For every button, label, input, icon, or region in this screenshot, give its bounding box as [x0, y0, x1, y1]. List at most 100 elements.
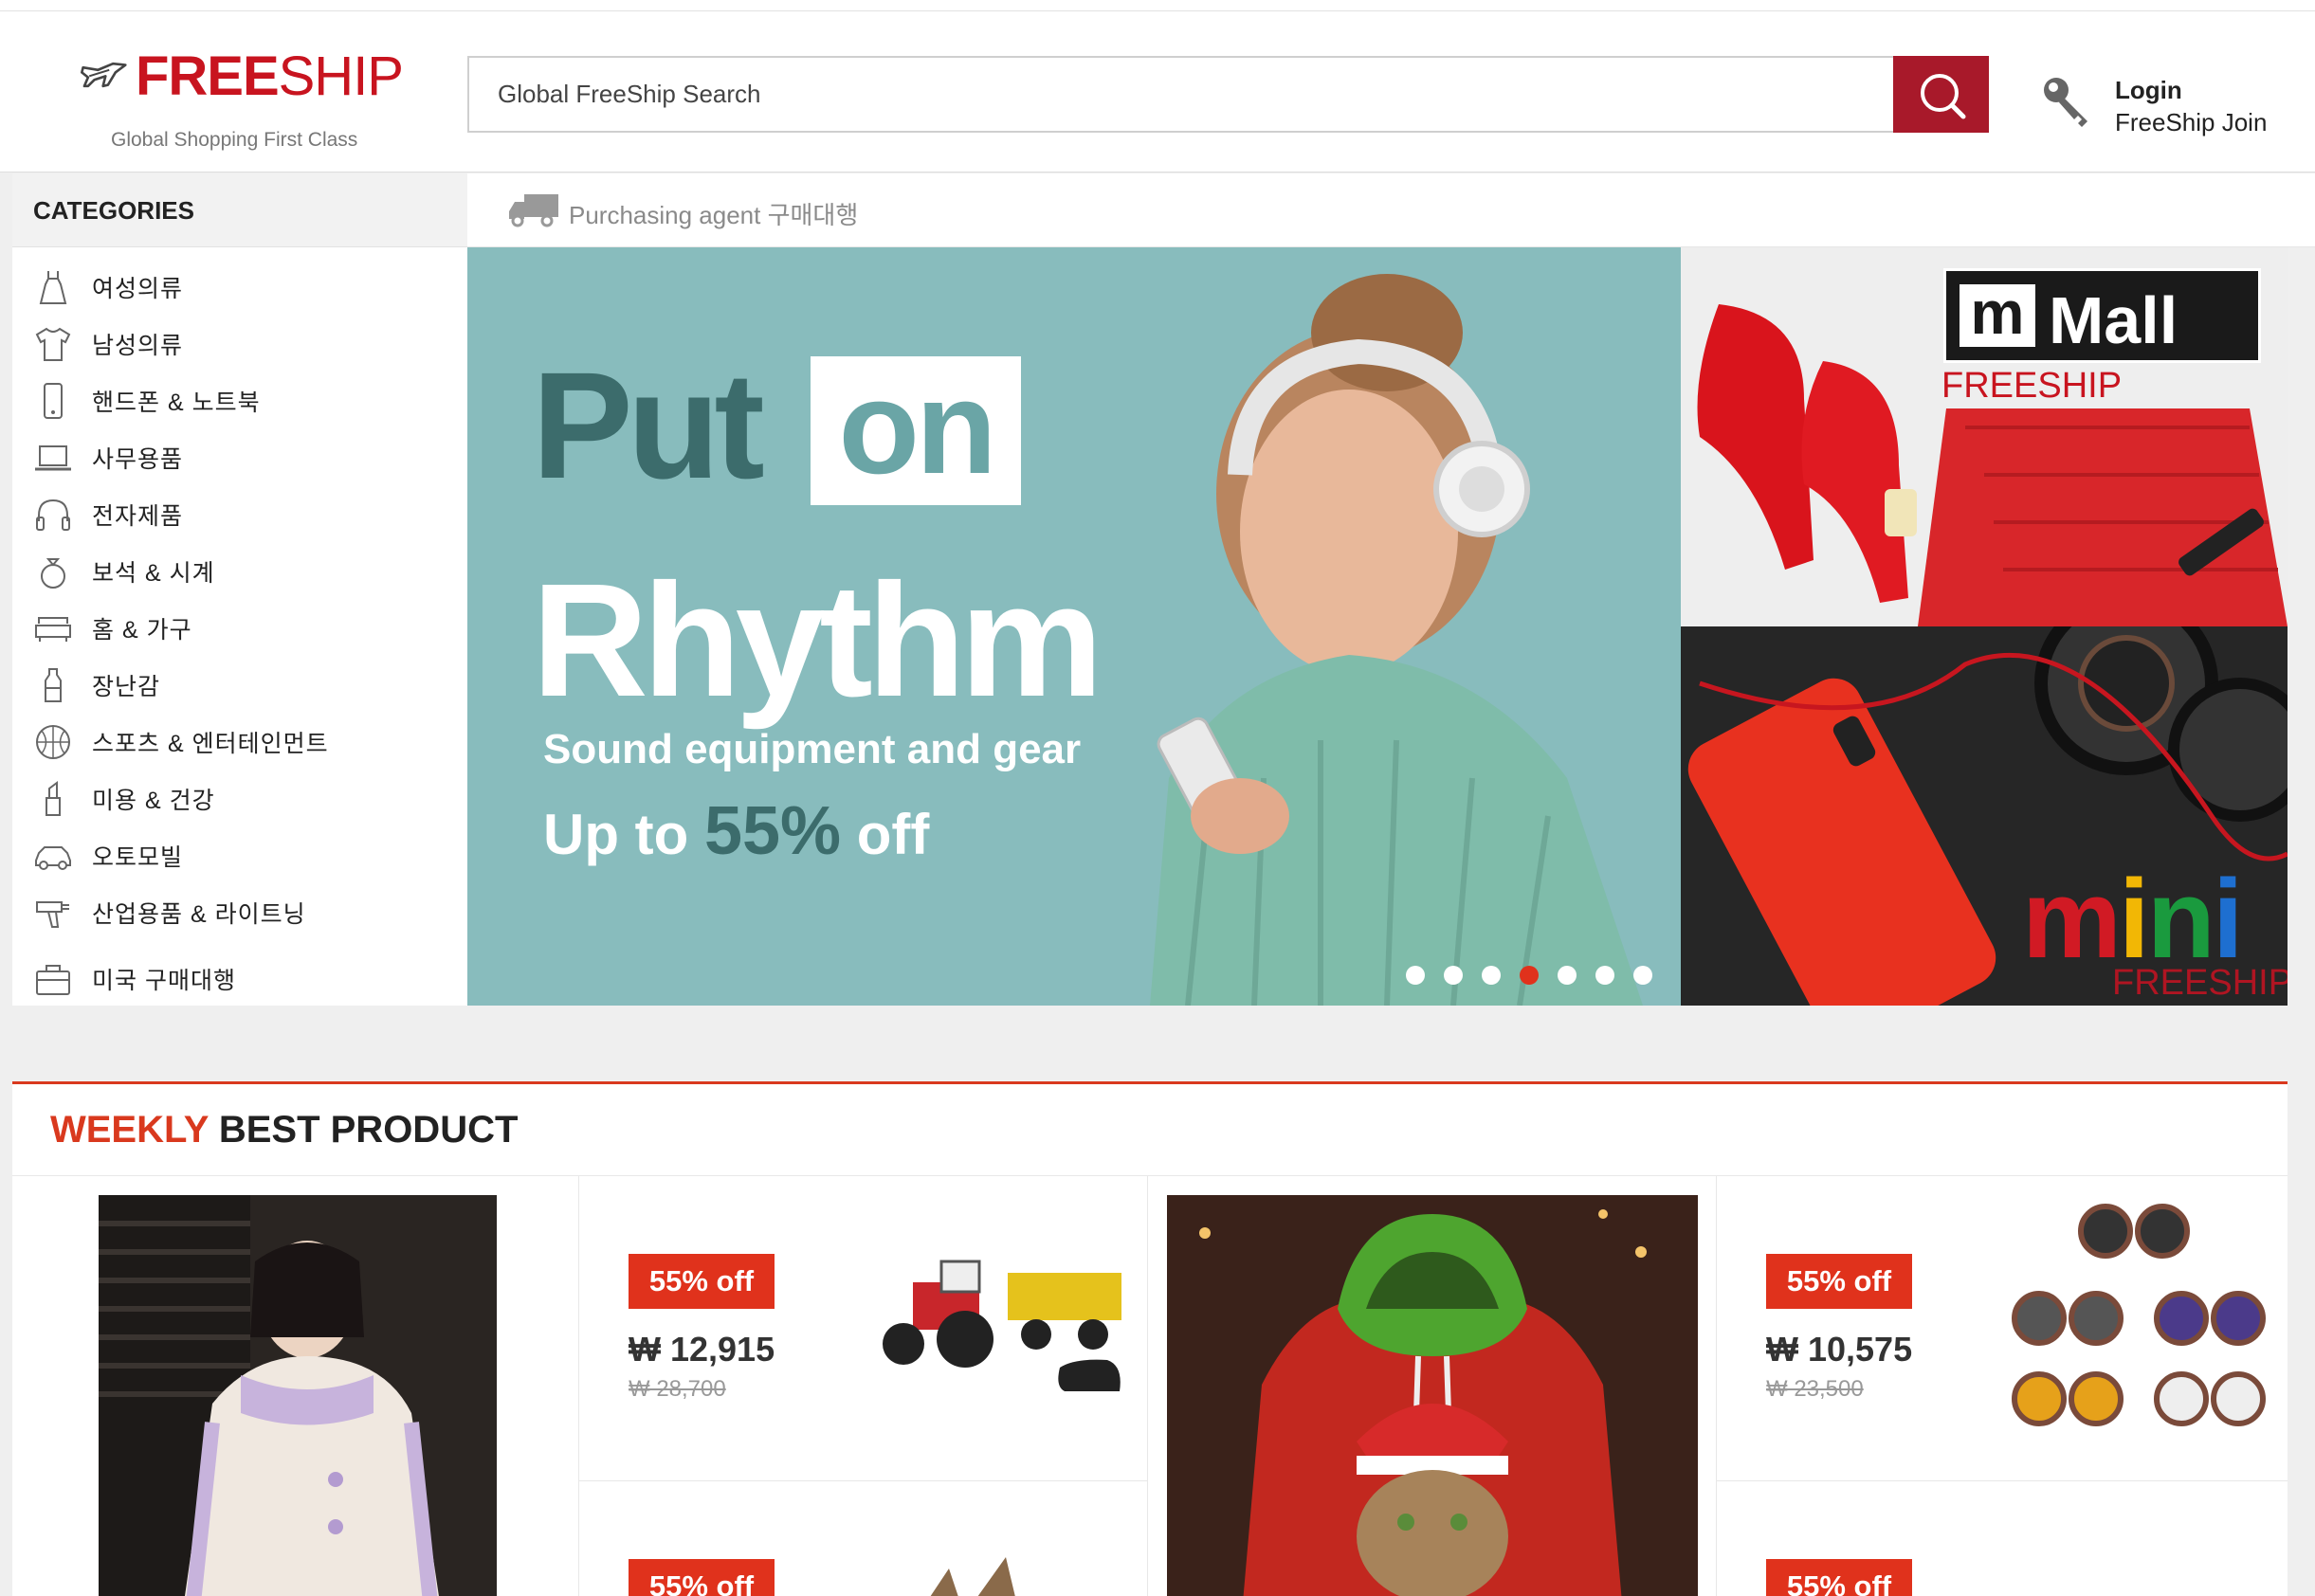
mmall-subtitle: FREESHIP: [1941, 366, 2123, 406]
category-item-womens-clothing[interactable]: 여성의류: [12, 259, 467, 316]
category-item-mens-clothing[interactable]: 남성의류: [12, 316, 467, 372]
headphones-icon: [36, 499, 70, 531]
logo-ship: SHIP: [278, 45, 404, 107]
goggles-product-image: [2012, 1204, 2266, 1426]
discount-badge: 55% off: [629, 1254, 775, 1309]
weekly-best-section: WEEKLY BEST PRODUCT 55% off ₩ 12,915 ₩ 2…: [12, 1081, 2288, 1596]
product-card-large[interactable]: [12, 1176, 579, 1596]
category-item-industrial-lighting[interactable]: 산업용품 & 라이트닝: [12, 884, 467, 941]
discount-badge: 55% off: [629, 1559, 775, 1596]
drill-icon: [36, 901, 69, 928]
category-label: 미국 구매대행: [92, 968, 236, 994]
category-item-office[interactable]: 사무용품: [12, 429, 467, 486]
dress-icon: [39, 271, 67, 304]
mini-promo-banner[interactable]: mini FREESHIP: [1681, 626, 2288, 1006]
logo-tagline: Global Shopping First Class: [111, 129, 358, 151]
truck-icon: [509, 194, 558, 227]
category-label: 여성의류: [92, 276, 184, 302]
category-list: 여성의류 남성의류 핸드폰 & 노트북 사무용품 전자제품 보석 & 시계 홈 …: [12, 247, 467, 1007]
slide-dot[interactable]: [1482, 966, 1501, 985]
category-item-toys[interactable]: 장난감: [12, 657, 467, 714]
category-item-home-furniture[interactable]: 홈 & 가구: [12, 600, 467, 657]
slide-dot[interactable]: [1595, 966, 1614, 985]
product-card-large[interactable]: [1148, 1176, 1717, 1596]
category-item-us-purchasing[interactable]: 미국 구매대행: [12, 951, 467, 1007]
category-item-automobile[interactable]: 오토모빌: [12, 827, 467, 884]
phone-icon: [44, 383, 63, 419]
category-label: 전자제품: [92, 503, 184, 530]
category-label: 핸드폰 & 노트북: [92, 390, 261, 416]
category-label: 산업용품 & 라이트닝: [92, 901, 306, 928]
mini-logo-text: mini: [2022, 863, 2244, 975]
weekly-title-accent: WEEKLY: [50, 1109, 209, 1151]
category-item-electronics[interactable]: 전자제품: [12, 486, 467, 543]
search-bar: [467, 56, 1989, 133]
login-link[interactable]: Login: [2115, 76, 2182, 105]
slide-dot[interactable]: [1406, 966, 1425, 985]
weekly-title-rest: BEST PRODUCT: [208, 1109, 519, 1151]
category-label: 미용 & 건강: [92, 788, 215, 814]
category-label: 스포츠 & 엔터테인먼트: [92, 731, 329, 757]
slide-dot-active[interactable]: [1520, 966, 1539, 985]
category-label: 남성의류: [92, 333, 184, 359]
mini-subtitle: FREESHIP: [2112, 963, 2288, 1003]
product-original-price: ₩ 28,700: [629, 1376, 726, 1402]
search-button[interactable]: [1893, 56, 1989, 133]
hero-banner[interactable]: Put on Rhythm Sound equipment and gear U…: [467, 247, 1681, 1006]
shirt-icon: [35, 327, 71, 361]
category-item-phones-laptops[interactable]: 핸드폰 & 노트북: [12, 372, 467, 429]
category-item-sports-entertainment[interactable]: 스포츠 & 엔터테인먼트: [12, 714, 467, 771]
hero-headline-put: Put: [532, 340, 765, 510]
hoodie-product-image: [1167, 1195, 1698, 1596]
toy-tractor-image: [883, 1260, 1121, 1391]
purchasing-agent-bar[interactable]: Purchasing agent 구매대행: [467, 173, 2315, 247]
slide-dot[interactable]: [1558, 966, 1577, 985]
discount-badge: 55% off: [1766, 1254, 1912, 1309]
purchasing-agent-label: Purchasing agent 구매대행: [569, 201, 859, 229]
logo-free: FREE: [135, 45, 280, 107]
search-input[interactable]: [469, 58, 1895, 131]
bottle-icon: [45, 668, 62, 702]
category-label: 장난감: [92, 674, 161, 700]
hero-offer-value: 55%: [703, 793, 842, 869]
mmall-promo-banner[interactable]: m Mall FREESHIP: [1681, 247, 2288, 626]
category-label: 사무용품: [92, 446, 184, 473]
product-grid: 55% off ₩ 12,915 ₩ 28,700 55% off ₩ 10,5…: [12, 1175, 2288, 1596]
ring-icon: [41, 558, 65, 589]
category-label: 홈 & 가구: [92, 617, 192, 644]
top-strip: [0, 0, 2315, 11]
logo-text: FREESHIP: [136, 49, 404, 104]
weekly-best-title: WEEKLY BEST PRODUCT: [50, 1109, 518, 1152]
header: FREESHIP Global Shopping First Class Log…: [0, 11, 2315, 172]
product-card[interactable]: 55% off: [579, 1481, 1148, 1596]
hero-headline-rhythm: Rhythm: [532, 551, 1103, 731]
mmall-text: Mall: [2049, 283, 2178, 357]
slider-dots: [1406, 966, 1652, 985]
logo-row: FREESHIP: [81, 47, 404, 106]
bag-icon: [36, 965, 70, 995]
key-icon: [2044, 78, 2087, 127]
hero-offer-suffix: off: [841, 803, 930, 866]
woman-headphones-illustration: [1150, 274, 1643, 1006]
product-card[interactable]: 55% off: [1717, 1481, 2288, 1596]
car-icon: [35, 846, 71, 870]
discount-badge: 55% off: [1766, 1559, 1912, 1596]
join-link[interactable]: FreeShip Join: [2115, 108, 2267, 137]
mmall-m: m: [1960, 282, 2035, 347]
freeship-logo[interactable]: FREESHIP Global Shopping First Class: [81, 47, 404, 152]
slide-dot[interactable]: [1444, 966, 1463, 985]
category-label: 보석 & 시계: [92, 560, 215, 587]
hero-headline-on: on: [811, 356, 1021, 505]
mini-letter-m: m: [2022, 857, 2122, 982]
product-thumbnail-image: [930, 1557, 1015, 1596]
categories-sidebar: CATEGORIES 여성의류 남성의류 핸드폰 & 노트북 사무용품 전자제품…: [12, 173, 467, 1006]
categories-title: CATEGORIES: [12, 173, 467, 247]
product-card[interactable]: 55% off ₩ 10,575 ₩ 23,500: [1717, 1176, 2288, 1481]
basketball-icon: [36, 725, 70, 759]
slide-dot[interactable]: [1633, 966, 1652, 985]
category-item-beauty-health[interactable]: 미용 & 건강: [12, 771, 467, 827]
category-item-jewelry-watches[interactable]: 보석 & 시계: [12, 543, 467, 600]
category-label: 오토모빌: [92, 844, 184, 871]
product-price: ₩ 10,575: [1766, 1330, 1913, 1369]
product-card[interactable]: 55% off ₩ 12,915 ₩ 28,700: [579, 1176, 1148, 1481]
